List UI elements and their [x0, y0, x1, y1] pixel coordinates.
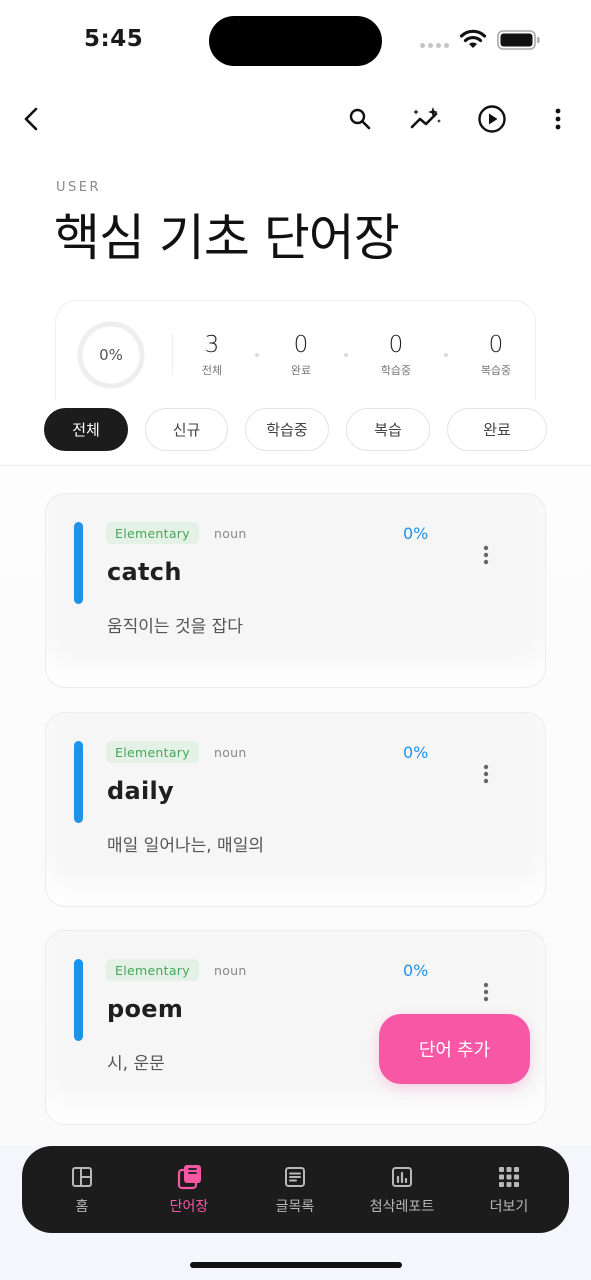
level-badge: Elementary	[106, 959, 199, 981]
word-progress: 0%	[403, 961, 429, 980]
chevron-left-icon	[24, 107, 38, 131]
word-card[interactable]: Elementary noun 0% catch 움직이는 것을 잡다	[45, 493, 546, 688]
bottom-nav: 홈 단어장 글목록 첨삭레포트 더보기	[22, 1146, 569, 1233]
battery-icon	[497, 30, 540, 50]
stat-label: 복습중	[480, 364, 512, 377]
nav-label: 단어장	[169, 1199, 209, 1215]
stat-reviewing: 0 복습중	[456, 331, 536, 378]
word-text: daily	[107, 777, 174, 805]
add-word-button[interactable]: 단어 추가	[379, 1014, 530, 1084]
word-progress: 0%	[403, 524, 429, 543]
signal-icon	[420, 43, 449, 48]
play-circle-icon	[478, 105, 506, 133]
bar-chart-icon	[392, 1167, 412, 1187]
stats-card: 0% 3 전체 0 완료 0 학습중 0 복습중	[55, 300, 536, 400]
cards-icon	[177, 1165, 201, 1190]
search-button[interactable]	[340, 99, 380, 139]
stat-learning: 0 학습중	[356, 331, 436, 378]
stat-total: 3 전체	[172, 331, 252, 378]
more-vertical-icon	[483, 764, 489, 784]
more-vertical-icon	[483, 545, 489, 565]
status-bar-indicator	[74, 522, 83, 604]
word-progress: 0%	[403, 743, 429, 762]
status-time: 5:45	[84, 26, 144, 52]
card-more-button[interactable]	[474, 542, 498, 568]
filter-completed[interactable]: 완료	[447, 408, 547, 451]
level-badge: Elementary	[106, 522, 199, 544]
status-bar: 5:45	[0, 0, 591, 80]
nav-label: 글목록	[275, 1199, 315, 1215]
stat-completed: 0 완료	[261, 331, 341, 378]
page-title: 핵심 기초 단어장	[54, 209, 400, 267]
word-text: poem	[107, 995, 184, 1023]
play-button[interactable]	[472, 99, 512, 139]
filter-review[interactable]: 복습	[346, 408, 430, 451]
filter-learning[interactable]: 학습중	[245, 408, 329, 451]
progress-percent: 0%	[99, 346, 123, 364]
level-badge: Elementary	[106, 741, 199, 763]
status-bar-indicator	[74, 741, 83, 823]
stat-separator	[444, 353, 448, 357]
stat-label: 전체	[201, 364, 223, 377]
document-list-icon	[285, 1167, 305, 1187]
more-vertical-icon	[483, 982, 489, 1002]
word-card[interactable]: Elementary noun 0% daily 매일 일어나는, 매일의	[45, 712, 546, 907]
part-of-speech: noun	[214, 963, 247, 978]
stat-value: 0	[388, 332, 404, 358]
nav-vocabulary[interactable]: 단어장	[139, 1164, 239, 1216]
home-indicator	[190, 1262, 402, 1268]
filter-new[interactable]: 신규	[145, 408, 228, 451]
more-vertical-icon	[555, 108, 561, 130]
nav-label: 더보기	[489, 1199, 529, 1215]
grid-icon	[499, 1167, 519, 1187]
card-more-button[interactable]	[474, 761, 498, 787]
nav-correction-report[interactable]: 첨삭레포트	[352, 1164, 452, 1216]
stat-label: 완료	[290, 364, 312, 377]
card-more-button[interactable]	[474, 979, 498, 1005]
word-meaning: 시, 운문	[107, 1054, 165, 1074]
more-options-button[interactable]	[538, 99, 578, 139]
status-bar-indicator	[74, 959, 83, 1041]
nav-label: 홈	[75, 1199, 89, 1215]
nav-label: 첨삭레포트	[369, 1199, 435, 1215]
wifi-icon	[459, 29, 487, 48]
ai-insights-button[interactable]	[406, 99, 446, 139]
back-button[interactable]	[12, 99, 52, 139]
top-app-bar	[0, 90, 591, 150]
word-meaning: 움직이는 것을 잡다	[107, 617, 243, 637]
vocab-owner-label: USER	[56, 180, 102, 195]
stat-label: 학습중	[380, 364, 412, 377]
stat-separator	[344, 353, 348, 357]
nav-home[interactable]: 홈	[32, 1164, 132, 1216]
stat-value: 0	[488, 332, 504, 358]
stat-value: 0	[293, 332, 309, 358]
word-text: catch	[107, 558, 182, 586]
stat-value: 3	[204, 332, 220, 358]
dynamic-island	[209, 16, 382, 66]
filter-tabs: 전체 신규 학습중 복습 완료	[0, 408, 591, 452]
filter-all[interactable]: 전체	[44, 408, 128, 451]
nav-writings[interactable]: 글목록	[245, 1164, 345, 1216]
sparkle-chart-icon	[410, 107, 441, 129]
search-icon	[349, 108, 371, 130]
word-meaning: 매일 일어나는, 매일의	[107, 836, 264, 856]
stat-separator	[255, 353, 259, 357]
nav-more[interactable]: 더보기	[459, 1164, 559, 1216]
layout-icon	[72, 1167, 92, 1187]
part-of-speech: noun	[214, 526, 247, 541]
part-of-speech: noun	[214, 745, 247, 760]
